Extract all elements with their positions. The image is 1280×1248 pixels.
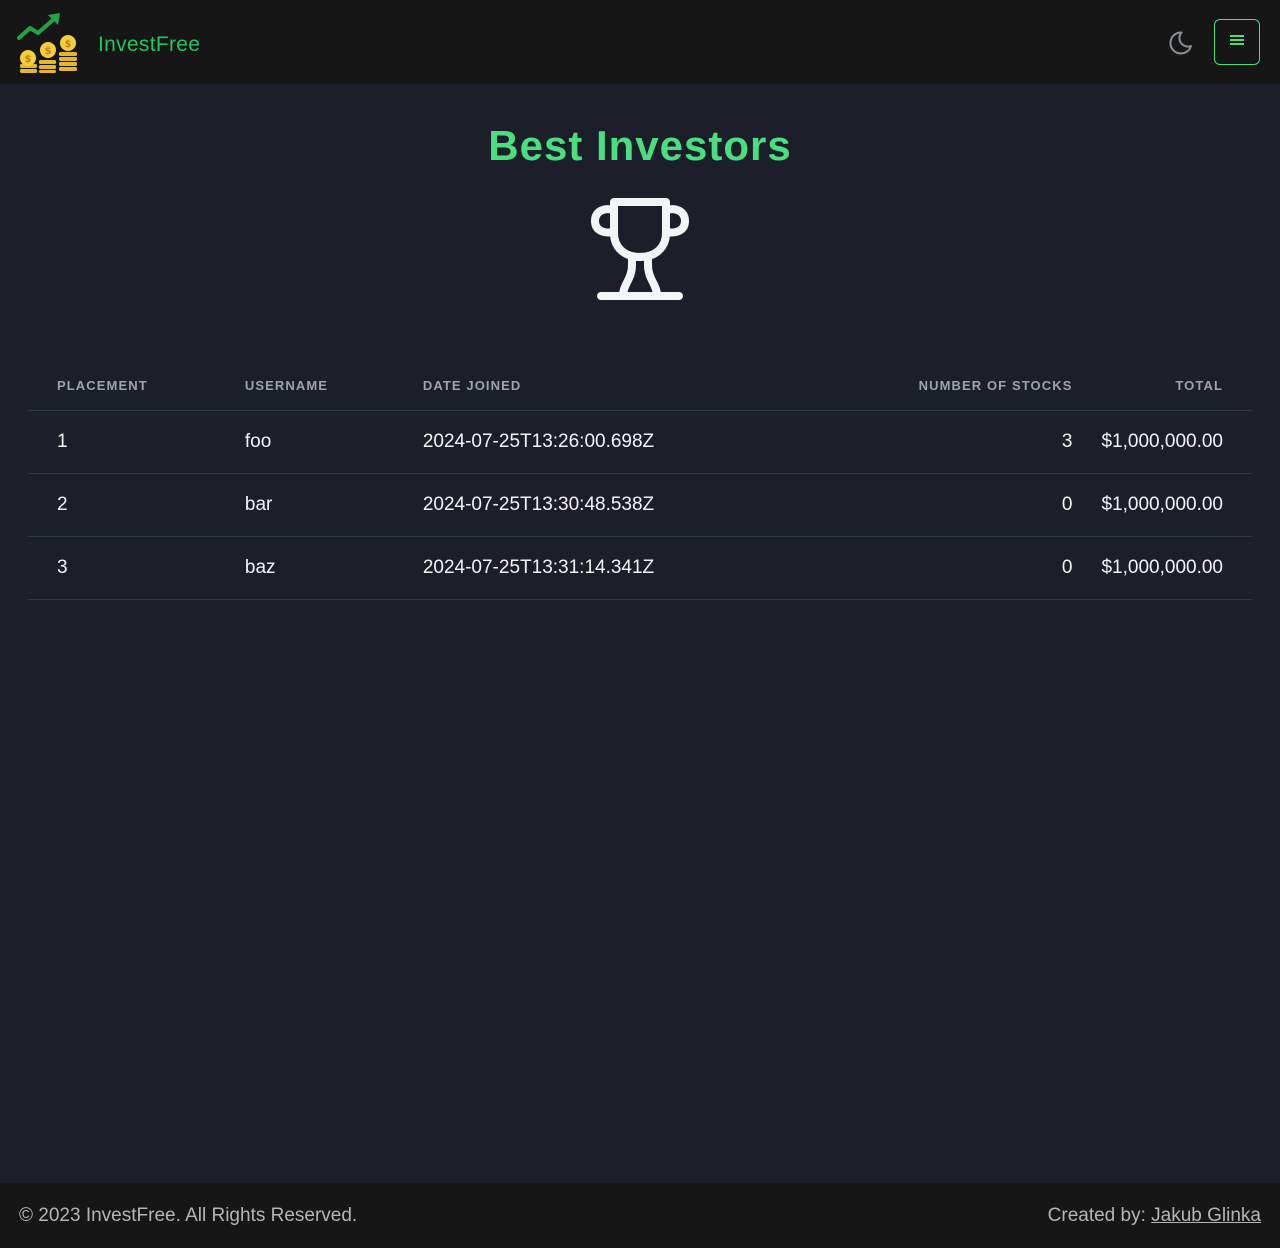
cell-username: baz — [215, 536, 394, 600]
table-body: 1 foo 2024-07-25T13:26:00.698Z 3 $1,000,… — [28, 410, 1252, 600]
navbar: $ $ $ InvestFree — [0, 0, 1280, 84]
table-header-row: PLACEMENT USERNAME DATE JOINED NUMBER OF… — [28, 360, 1252, 411]
cell-placement: 1 — [28, 410, 216, 474]
header-total: TOTAL — [1101, 360, 1252, 411]
cell-username: bar — [215, 473, 394, 537]
table-row: 2 bar 2024-07-25T13:30:48.538Z 0 $1,000,… — [28, 473, 1252, 537]
menu-toggle-button[interactable] — [1214, 19, 1260, 65]
cell-total: $1,000,000.00 — [1101, 536, 1252, 600]
table-row: 3 baz 2024-07-25T13:31:14.341Z 0 $1,000,… — [28, 536, 1252, 600]
moon-icon — [1165, 31, 1195, 62]
cell-number-of-stocks: 0 — [681, 536, 1102, 600]
table-row: 1 foo 2024-07-25T13:26:00.698Z 3 $1,000,… — [28, 410, 1252, 474]
brand-name: InvestFree — [98, 32, 201, 56]
logo-icon: $ $ $ — [16, 10, 80, 79]
created-by: Created by: Jakub Glinka — [1048, 1205, 1261, 1227]
svg-text:$: $ — [65, 39, 72, 50]
cell-number-of-stocks: 0 — [681, 473, 1102, 537]
footer: © 2023 InvestFree. All Rights Reserved. … — [0, 1183, 1280, 1248]
header-username: USERNAME — [215, 360, 394, 411]
investors-table: PLACEMENT USERNAME DATE JOINED NUMBER OF… — [28, 360, 1252, 600]
theme-toggle-button[interactable] — [1165, 28, 1195, 58]
hamburger-menu-icon — [1229, 33, 1245, 52]
trophy-icon — [584, 193, 696, 305]
cell-number-of-stocks: 3 — [681, 410, 1102, 474]
cell-placement: 3 — [28, 536, 216, 600]
cell-total: $1,000,000.00 — [1101, 473, 1252, 537]
brand-link[interactable]: $ $ $ InvestFree — [16, 10, 200, 79]
header-placement: PLACEMENT — [28, 360, 216, 411]
cell-placement: 2 — [28, 473, 216, 537]
cell-date-joined: 2024-07-25T13:26:00.698Z — [393, 410, 682, 474]
created-by-label: Created by: — [1047, 1204, 1152, 1226]
copyright-text: © 2023 InvestFree. All Rights Reserved. — [19, 1204, 358, 1226]
author-link[interactable]: Jakub Glinka — [1151, 1205, 1261, 1226]
cell-date-joined: 2024-07-25T13:30:48.538Z — [393, 473, 682, 537]
page-title: Best Investors — [488, 122, 792, 169]
cell-date-joined: 2024-07-25T13:31:14.341Z — [393, 536, 682, 600]
cell-username: foo — [215, 410, 394, 474]
cell-total: $1,000,000.00 — [1101, 410, 1252, 474]
svg-text:$: $ — [25, 54, 32, 65]
header-number-of-stocks: NUMBER OF STOCKS — [681, 360, 1102, 411]
table-header: PLACEMENT USERNAME DATE JOINED NUMBER OF… — [28, 360, 1252, 411]
header-date-joined: DATE JOINED — [393, 360, 682, 411]
svg-text:$: $ — [45, 46, 52, 57]
